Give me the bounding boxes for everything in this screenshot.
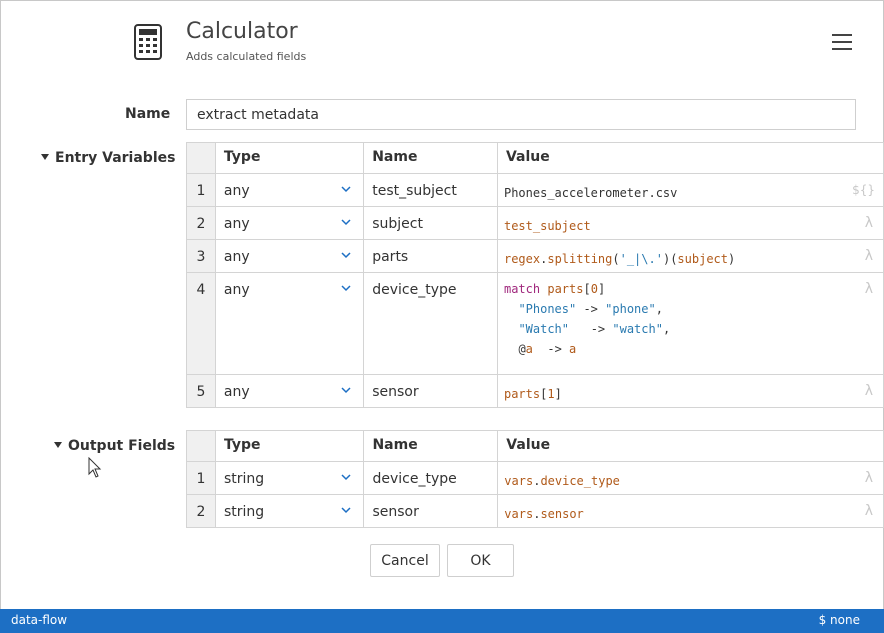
chevron-down-icon (341, 219, 351, 226)
variable-name-cell[interactable]: test_subject (363, 173, 498, 207)
value-expression: regex.splitting('_|\.')(subject) (503, 252, 736, 266)
calculator-icon (134, 24, 162, 60)
chevron-down-icon (341, 285, 351, 292)
cancel-button[interactable]: Cancel (370, 544, 440, 577)
entry-variables-table: Type Name Value 1 any test_subject Phone… (186, 142, 884, 408)
value-expression: vars.sensor (504, 507, 584, 521)
lambda-icon[interactable]: λ (865, 383, 873, 399)
field-name-cell[interactable]: device_type (363, 461, 499, 495)
variable-value-cell[interactable]: match parts[0] "Phones" -> "phone", "Wat… (496, 272, 884, 375)
output-fields-table: Type Name Value 1 string device_type var… (186, 430, 884, 528)
row-index: 4 (186, 272, 216, 375)
type-column-header: Type (214, 430, 365, 462)
lambda-icon[interactable]: λ (865, 248, 873, 264)
value-text: Phones_accelerometer.csv (503, 186, 678, 200)
type-select[interactable]: any (214, 173, 365, 207)
status-bar: data-flow $ none (0, 609, 884, 633)
row-index: 2 (186, 206, 216, 240)
index-column-header (186, 142, 216, 174)
lambda-icon[interactable]: λ (865, 215, 873, 231)
chevron-down-icon (341, 507, 351, 514)
variable-name-cell[interactable]: device_type (363, 272, 498, 375)
value-expression: "Phones" -> "phone", (518, 302, 663, 316)
table-row: 1 string device_type vars.device_type λ (186, 461, 884, 495)
output-fields-toggle[interactable]: Output Fields (54, 438, 175, 454)
lambda-icon[interactable]: λ (865, 470, 873, 486)
value-expression: "Watch" -> "watch", (518, 322, 671, 336)
variable-value-cell[interactable]: Phones_accelerometer.csv ${} (496, 173, 884, 207)
name-input[interactable] (186, 99, 856, 130)
lambda-icon[interactable]: λ (865, 281, 873, 297)
value-expression: @a -> a (518, 342, 577, 356)
table-row: 5 any sensor parts[1] λ (186, 374, 884, 408)
name-label: Name (125, 106, 171, 122)
variable-value-cell[interactable]: parts[1] λ (496, 374, 884, 408)
row-index: 5 (186, 374, 216, 408)
table-row: 2 any subject test_subject λ (186, 206, 884, 240)
chevron-down-icon (341, 186, 351, 193)
value-expression: vars.device_type (504, 474, 620, 488)
mouse-cursor-icon (88, 457, 102, 478)
row-index: 3 (186, 239, 216, 273)
type-select[interactable]: any (214, 374, 365, 408)
row-index: 2 (186, 494, 216, 528)
field-value-cell[interactable]: vars.sensor λ (497, 494, 884, 528)
name-column-header: Name (363, 430, 499, 462)
chevron-down-icon (341, 252, 351, 259)
status-bar-left[interactable]: data-flow (11, 613, 67, 627)
type-select[interactable]: any (214, 239, 365, 273)
chevron-down-icon (341, 474, 351, 481)
variable-name-cell[interactable]: subject (363, 206, 498, 240)
chevron-down-icon (341, 387, 351, 394)
table-header-row: Type Name Value (186, 430, 884, 462)
collapse-triangle-icon (41, 154, 49, 160)
type-select[interactable]: string (214, 461, 365, 495)
value-expression: match parts[0] (503, 282, 606, 296)
value-expression: parts[1] (503, 387, 562, 401)
table-row: 1 any test_subject Phones_accelerometer.… (186, 173, 884, 207)
table-row: 4 any device_type match parts[0] "Phones… (186, 272, 884, 375)
type-column-header: Type (214, 142, 365, 174)
variable-value-cell[interactable]: regex.splitting('_|\.')(subject) λ (496, 239, 884, 273)
field-name-cell[interactable]: sensor (363, 494, 499, 528)
entry-variables-toggle[interactable]: Entry Variables (41, 150, 175, 166)
ok-button[interactable]: OK (447, 544, 514, 577)
variable-name-cell[interactable]: parts (363, 239, 498, 273)
status-bar-right[interactable]: $ none (819, 613, 860, 627)
page-title: Calculator (186, 19, 298, 44)
variable-name-cell[interactable]: sensor (363, 374, 498, 408)
name-column-header: Name (363, 142, 498, 174)
variable-value-cell[interactable]: test_subject λ (496, 206, 884, 240)
row-index: 1 (186, 461, 216, 495)
table-row: 3 any parts regex.splitting('_|\.')(subj… (186, 239, 884, 273)
value-column-header: Value (496, 142, 884, 174)
type-select[interactable]: any (214, 206, 365, 240)
type-select[interactable]: any (214, 272, 365, 375)
page-subtitle: Adds calculated fields (186, 50, 307, 63)
table-row: 2 string sensor vars.sensor λ (186, 494, 884, 528)
field-value-cell[interactable]: vars.device_type λ (497, 461, 884, 495)
row-index: 1 (186, 173, 216, 207)
collapse-triangle-icon (54, 442, 62, 448)
hamburger-menu-icon[interactable] (830, 33, 854, 53)
template-icon[interactable]: ${} (852, 183, 875, 197)
table-header-row: Type Name Value (186, 142, 884, 174)
value-column-header: Value (497, 430, 884, 462)
lambda-icon[interactable]: λ (865, 503, 873, 519)
type-select[interactable]: string (214, 494, 365, 528)
value-expression: test_subject (503, 219, 591, 233)
index-column-header (186, 430, 216, 462)
